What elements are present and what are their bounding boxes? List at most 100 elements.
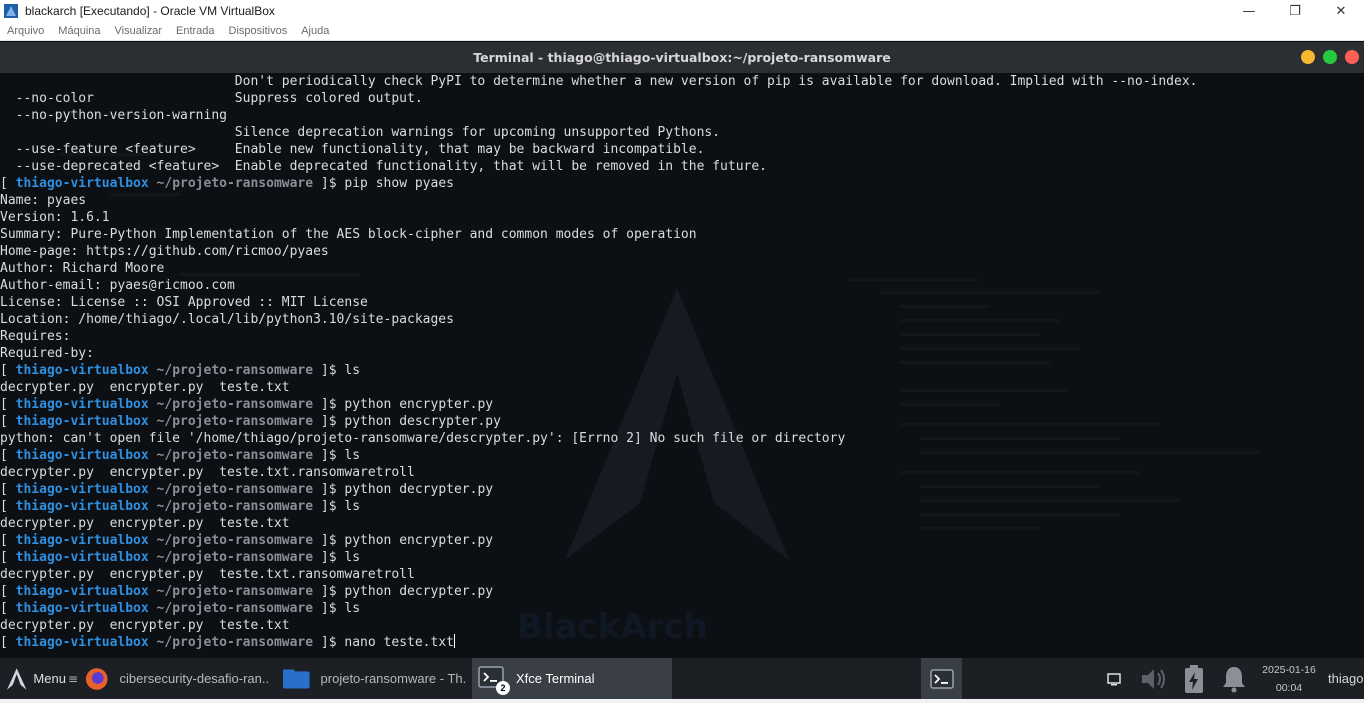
notifications-bell-icon[interactable] (1214, 665, 1254, 693)
firefox-icon (85, 667, 108, 690)
prompt-path-sep (149, 176, 157, 191)
task-xfce-terminal[interactable]: 2 Xfce Terminal (472, 658, 672, 699)
terminal-body[interactable]: BlackArch Don't periodically check PyPI … (0, 73, 1364, 658)
prompt-bracket-close: ]$ (313, 635, 345, 650)
menu-dispositivos[interactable]: Dispositivos (222, 25, 295, 37)
terminal-prompt-line: [ thiago-virtualbox ~/projeto-ransomware… (0, 481, 1197, 498)
prompt-path-sep (149, 499, 157, 514)
vbox-titlebar: blackarch [Executando] - Oracle VM Virtu… (0, 0, 1364, 22)
prompt-bracket-close: ]$ (313, 448, 345, 463)
prompt-bracket-open: [ (0, 176, 16, 191)
prompt-host: thiago-virtualbox (15, 635, 149, 650)
prompt-bracket-open: [ (0, 499, 16, 514)
folder-icon (282, 668, 310, 689)
battery-icon[interactable] (1174, 664, 1214, 694)
terminal-output-line: Home-page: https://github.com/ricmoo/pya… (0, 244, 329, 259)
task-label: projeto-ransomware - Th... (320, 671, 466, 686)
close-dot-icon[interactable] (1345, 50, 1359, 64)
restore-icon[interactable]: ❐ (1272, 0, 1318, 22)
whisker-menu-button[interactable]: Menu ≡ (0, 658, 78, 699)
prompt-path-sep (149, 584, 157, 599)
show-desktop-icon[interactable] (1094, 672, 1134, 686)
menu-visualizar[interactable]: Visualizar (108, 25, 170, 37)
prompt-command: ls (344, 363, 361, 378)
prompt-path-sep (149, 482, 157, 497)
terminal-prompt-line: [ thiago-virtualbox ~/projeto-ransomware… (0, 396, 1197, 413)
clock[interactable]: 2025-01-16 00:04 (1254, 661, 1324, 697)
prompt-path-sep (149, 363, 157, 378)
prompt-path: ~/projeto-ransomware (156, 176, 314, 191)
minimize-icon[interactable]: — (1226, 0, 1272, 22)
terminal-output-line: License: License :: OSI Approved :: MIT … (0, 295, 368, 310)
prompt-bracket-open: [ (0, 414, 16, 429)
task-firefox[interactable]: cibersecurity-desafio-ran... (78, 658, 276, 699)
prompt-host: thiago-virtualbox (15, 176, 149, 191)
vbox-menubar: Arquivo Máquina Visualizar Entrada Dispo… (0, 22, 1364, 41)
prompt-command: python descrypter.py (344, 414, 501, 429)
prompt-command: ls (344, 601, 361, 616)
task-file-manager[interactable]: projeto-ransomware - Th... (276, 658, 472, 699)
prompt-path: ~/projeto-ransomware (156, 584, 314, 599)
terminal-output-line: decrypter.py encrypter.py teste.txt.rans… (0, 465, 415, 480)
terminal-prompt-line: [ thiago-virtualbox ~/projeto-ransomware… (0, 634, 1197, 651)
prompt-bracket-open: [ (0, 584, 16, 599)
terminal-output-line: Required-by: (0, 346, 94, 361)
menu-arquivo[interactable]: Arquivo (0, 25, 51, 37)
close-icon[interactable]: ✕ (1318, 0, 1364, 22)
terminal-prompt-line: [ thiago-virtualbox ~/projeto-ransomware… (0, 362, 1197, 379)
prompt-command: python decrypter.py (344, 482, 494, 497)
prompt-host: thiago-virtualbox (15, 397, 149, 412)
window-controls: — ❐ ✕ (1226, 0, 1364, 22)
terminal-launcher[interactable] (921, 658, 962, 699)
user-name[interactable]: thiago (1328, 671, 1364, 686)
volume-muted-icon[interactable] (1134, 665, 1174, 693)
prompt-path: ~/projeto-ransomware (156, 414, 314, 429)
arch-logo-icon (6, 667, 27, 690)
menu-entrada[interactable]: Entrada (169, 25, 222, 37)
terminal-titlebar[interactable]: Terminal - thiago@thiago-virtualbox:~/pr… (0, 42, 1364, 73)
prompt-path-sep (149, 601, 157, 616)
prompt-host: thiago-virtualbox (15, 533, 149, 548)
virtualbox-icon (4, 4, 18, 18)
minimize-dot-icon[interactable] (1301, 50, 1315, 64)
prompt-path-sep (149, 635, 157, 650)
task-label: cibersecurity-desafio-ran... (119, 671, 270, 686)
prompt-path: ~/projeto-ransomware (156, 533, 314, 548)
system-tray: 2025-01-16 00:04 thiago (1094, 658, 1364, 699)
prompt-command: python decrypter.py (344, 584, 494, 599)
terminal-output-line: --no-color Suppress colored output. (0, 91, 423, 106)
terminal-output-line: decrypter.py encrypter.py teste.txt (0, 618, 290, 633)
prompt-command: ls (344, 550, 361, 565)
prompt-path: ~/projeto-ransomware (156, 363, 314, 378)
prompt-host: thiago-virtualbox (15, 482, 149, 497)
prompt-host: thiago-virtualbox (15, 550, 149, 565)
prompt-bracket-open: [ (0, 550, 16, 565)
terminal-window-controls (1301, 50, 1359, 64)
terminal-output-line: decrypter.py encrypter.py teste.txt (0, 380, 290, 395)
prompt-command: nano teste.txt (344, 635, 454, 650)
menu-maquina[interactable]: Máquina (51, 25, 107, 37)
prompt-bracket-open: [ (0, 363, 16, 378)
prompt-command: pip show pyaes (344, 176, 454, 191)
text-cursor (453, 634, 455, 648)
terminal-icon: 2 (478, 665, 510, 695)
prompt-bracket-close: ]$ (313, 363, 345, 378)
prompt-bracket-open: [ (0, 635, 16, 650)
prompt-host: thiago-virtualbox (15, 601, 149, 616)
window-title: blackarch [Executando] - Oracle VM Virtu… (25, 4, 275, 18)
prompt-bracket-close: ]$ (313, 601, 345, 616)
prompt-host: thiago-virtualbox (15, 448, 149, 463)
maximize-dot-icon[interactable] (1323, 50, 1337, 64)
terminal-prompt-line: [ thiago-virtualbox ~/projeto-ransomware… (0, 549, 1197, 566)
prompt-bracket-open: [ (0, 448, 16, 463)
terminal-prompt-line: [ thiago-virtualbox ~/projeto-ransomware… (0, 532, 1197, 549)
prompt-bracket-close: ]$ (313, 550, 345, 565)
prompt-bracket-open: [ (0, 601, 16, 616)
prompt-path: ~/projeto-ransomware (156, 635, 314, 650)
menu-handle-icon: ≡ (67, 671, 78, 686)
terminal-output-line: decrypter.py encrypter.py teste.txt (0, 516, 290, 531)
terminal-prompt-line: [ thiago-virtualbox ~/projeto-ransomware… (0, 447, 1197, 464)
prompt-path: ~/projeto-ransomware (156, 499, 314, 514)
menu-ajuda[interactable]: Ajuda (294, 25, 336, 37)
clock-date: 2025-01-16 (1262, 663, 1316, 676)
